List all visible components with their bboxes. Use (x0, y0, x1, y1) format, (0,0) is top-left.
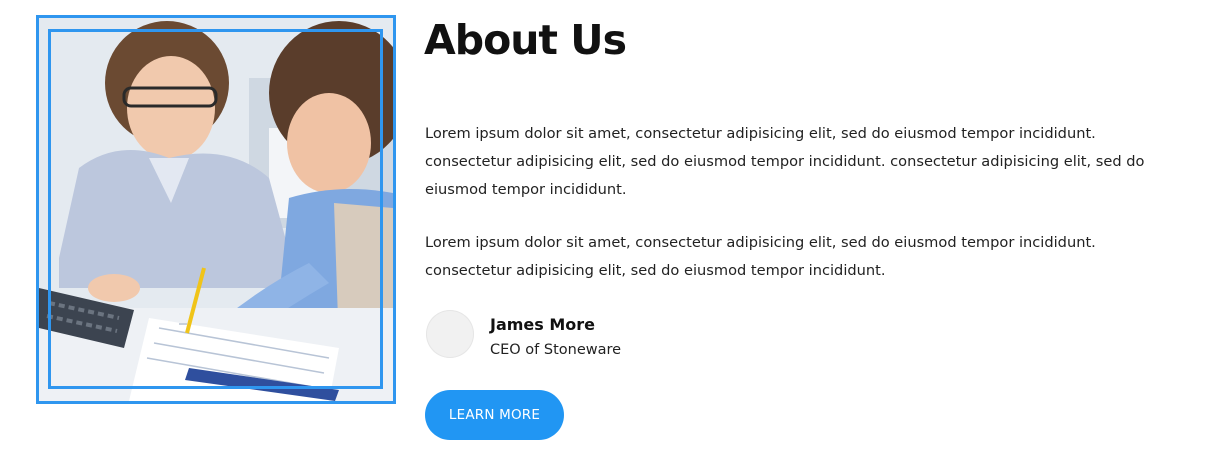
author-name: James More (490, 315, 596, 334)
avatar (426, 310, 474, 358)
author-role: CEO of Stoneware (490, 342, 622, 358)
team-photo (36, 15, 396, 404)
page-title: About Us (424, 16, 627, 64)
learn-more-button[interactable]: LEARN MORE (425, 390, 564, 440)
about-paragraph-1: Lorem ipsum dolor sit amet, consectetur … (425, 125, 1145, 198)
about-paragraph-2: Lorem ipsum dolor sit amet, consectetur … (425, 234, 1096, 279)
